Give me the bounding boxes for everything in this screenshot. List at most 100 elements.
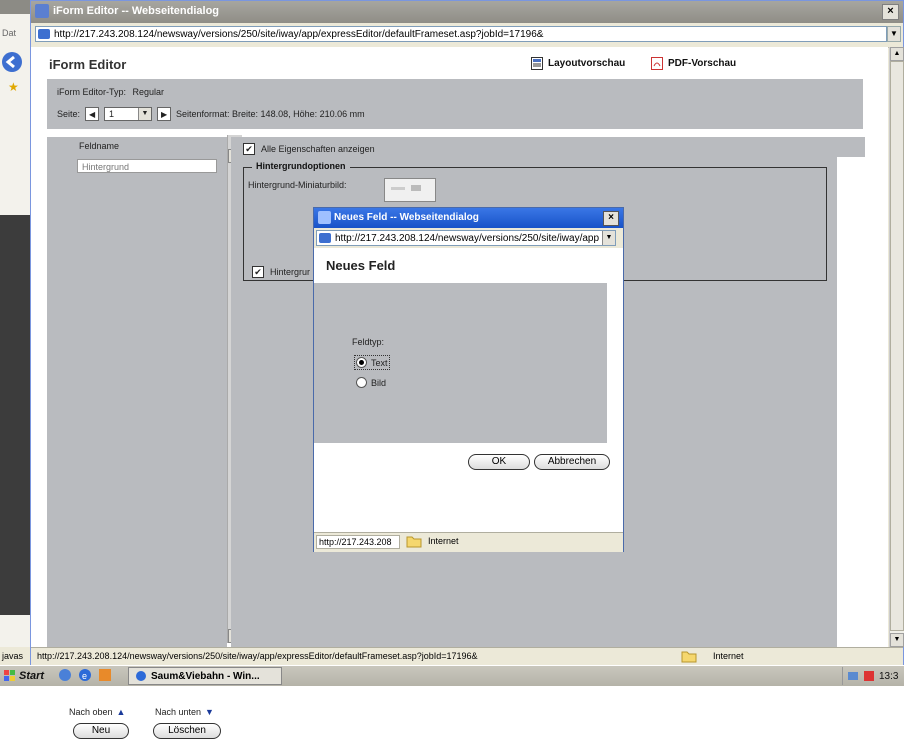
ie-icon — [318, 211, 331, 224]
taskbar-item-label: Saum&Viebahn - Win... — [151, 670, 260, 682]
ie-icon — [135, 670, 147, 682]
chevron-down-icon[interactable]: ▼ — [602, 231, 615, 245]
editor-info-panel: iForm Editor-Typ: Regular Seite: ◀ 1 ▼ ▶ … — [47, 79, 863, 129]
show-all-properties-checkbox[interactable]: ✔ Alle Eigenschaften anzeigen — [243, 143, 375, 155]
close-dialog-button[interactable]: × — [603, 211, 619, 226]
close-window-button[interactable]: × — [882, 4, 899, 20]
dialog-address-text: http://217.243.208.124/newsway/versions/… — [335, 233, 600, 244]
dialog-address-field[interactable]: http://217.243.208.124/newsway/versions/… — [316, 230, 616, 246]
show-all-properties-label: Alle Eigenschaften anzeigen — [261, 144, 375, 154]
address-text: http://217.243.208.124/newsway/versions/… — [54, 29, 544, 40]
delete-field-button[interactable]: Löschen — [153, 723, 221, 739]
new-field-button[interactable]: Neu — [73, 723, 129, 739]
dialog-body: Neues Feld Feldtyp: Text Bild OK Abbrech… — [314, 248, 623, 532]
dialog-status-url: http://217.243.208 — [316, 535, 400, 549]
background-thumbnail-label: Hintergrund-Miniaturbild: — [248, 180, 347, 190]
checkbox-checked-icon: ✔ — [252, 266, 264, 278]
system-tray: 13:3 — [842, 667, 904, 685]
field-name-input[interactable]: Hintergrund — [77, 159, 217, 173]
editor-type-value: Regular — [132, 87, 165, 97]
move-up-button[interactable]: Nach oben ▲ — [69, 707, 125, 717]
main-scrollbar[interactable]: ▲ ▼ — [889, 47, 904, 647]
window-title: iForm Editor -- Webseitendialog — [53, 5, 220, 17]
clock: 13:3 — [879, 670, 899, 682]
page-select-value: 1 — [109, 109, 115, 119]
zone-label: Internet — [713, 651, 744, 661]
ie-icon[interactable]: e — [78, 668, 92, 682]
properties-gutter — [837, 157, 865, 649]
taskbar: Start e Saum&Viebahn - Win... 13:3 — [0, 665, 904, 686]
radio-unselected-icon — [356, 377, 367, 388]
editor-type-label: iForm Editor-Typ: — [57, 87, 127, 97]
background-options-legend: Hintergrundoptionen — [252, 161, 350, 171]
background-checkbox[interactable]: ✔ Hintergrur — [252, 266, 310, 278]
dialog-status-bar: http://217.243.208 Internet — [314, 532, 623, 552]
svg-text:e: e — [82, 671, 87, 681]
quick-launch-icon[interactable] — [58, 668, 72, 682]
cancel-button[interactable]: Abbrechen — [534, 454, 610, 470]
layout-preview-button[interactable]: Layoutvorschau — [531, 57, 625, 70]
windows-logo-icon — [4, 670, 16, 682]
background-menu-text: Dat — [2, 28, 17, 38]
radio-text-label: Text — [371, 357, 388, 368]
move-up-label: Nach oben — [69, 707, 113, 717]
chevron-down-icon: ▼ — [138, 108, 152, 120]
editor-header: iForm Editor Layoutvorschau PDF-Vorschau — [31, 47, 888, 77]
radio-focus-ring: Text — [354, 355, 390, 370]
page-select[interactable]: 1 ▼ — [104, 107, 153, 121]
security-zone: Internet — [681, 649, 841, 663]
network-icon[interactable] — [847, 670, 859, 682]
field-name-label: Feldname — [79, 141, 120, 151]
pdf-icon — [651, 57, 663, 70]
new-field-dialog: Neues Feld -- Webseitendialog × http://2… — [313, 207, 624, 552]
address-field[interactable]: http://217.243.208.124/newsway/versions/… — [35, 26, 887, 42]
quick-launch-icon[interactable] — [98, 668, 112, 682]
page-controls: Seite: ◀ 1 ▼ ▶ Seitenformat: Breite: 148.… — [57, 107, 365, 121]
page-label: Seite: — [57, 109, 81, 119]
scrollbar-thumb[interactable] — [890, 61, 904, 631]
shield-icon[interactable] — [863, 670, 875, 682]
quick-launch: e — [58, 668, 112, 682]
background-status-text: javas — [0, 647, 30, 665]
dialog-title-bar: Neues Feld -- Webseitendialog × — [314, 208, 623, 228]
folder-icon — [406, 534, 422, 548]
radio-selected-icon — [356, 357, 367, 368]
dialog-title: Neues Feld -- Webseitendialog — [334, 212, 479, 223]
address-bar: http://217.243.208.124/newsway/versions/… — [31, 23, 903, 48]
page-icon — [319, 233, 331, 243]
radio-text-option[interactable]: Text — [354, 355, 390, 370]
editor-title: iForm Editor — [49, 57, 127, 72]
field-type-label: Feldtyp: — [352, 337, 385, 347]
pdf-preview-label: PDF-Vorschau — [668, 58, 737, 69]
scroll-up-icon[interactable]: ▲ — [890, 47, 904, 61]
start-button[interactable]: Start — [0, 667, 54, 685]
field-list-panel: Feldname Hintergrund Nach oben ▲ Nach unt… — [47, 137, 227, 739]
address-dropdown-icon[interactable]: ▼ — [887, 26, 901, 42]
layout-preview-icon — [531, 57, 543, 70]
radio-image-option[interactable]: Bild — [356, 377, 386, 388]
background-thumbnail-image — [384, 178, 436, 202]
arrow-up-icon: ▲ — [116, 707, 126, 717]
field-type-panel: Feldtyp: Text Bild — [314, 283, 607, 443]
next-page-button[interactable]: ▶ — [157, 107, 172, 121]
back-icon[interactable] — [2, 52, 22, 72]
layout-preview-label: Layoutvorschau — [548, 58, 626, 69]
taskbar-item[interactable]: Saum&Viebahn - Win... — [128, 667, 282, 685]
folder-icon — [681, 649, 697, 663]
page-format: Seitenformat: Breite: 148.08, Höhe: 210.… — [176, 109, 365, 119]
ok-button[interactable]: OK — [468, 454, 530, 470]
pdf-preview-button[interactable]: PDF-Vorschau — [651, 57, 736, 70]
move-down-button[interactable]: Nach unten ▼ — [155, 707, 214, 717]
scroll-down-icon[interactable]: ▼ — [890, 633, 904, 647]
ie-icon — [35, 4, 49, 18]
background-checkbox-label: Hintergrur — [270, 267, 311, 277]
checkbox-checked-icon: ✔ — [243, 143, 255, 155]
dialog-security-zone: Internet — [406, 534, 459, 548]
dialog-zone-label: Internet — [428, 536, 459, 546]
favorites-star-icon[interactable]: ★ — [8, 80, 19, 94]
status-bar: http://217.243.208.124/newsway/versions/… — [31, 647, 903, 665]
previous-page-button[interactable]: ◀ — [85, 107, 100, 121]
move-down-label: Nach unten — [155, 707, 202, 717]
editor-type-line: iForm Editor-Typ: Regular — [57, 87, 164, 97]
start-label: Start — [19, 670, 45, 682]
